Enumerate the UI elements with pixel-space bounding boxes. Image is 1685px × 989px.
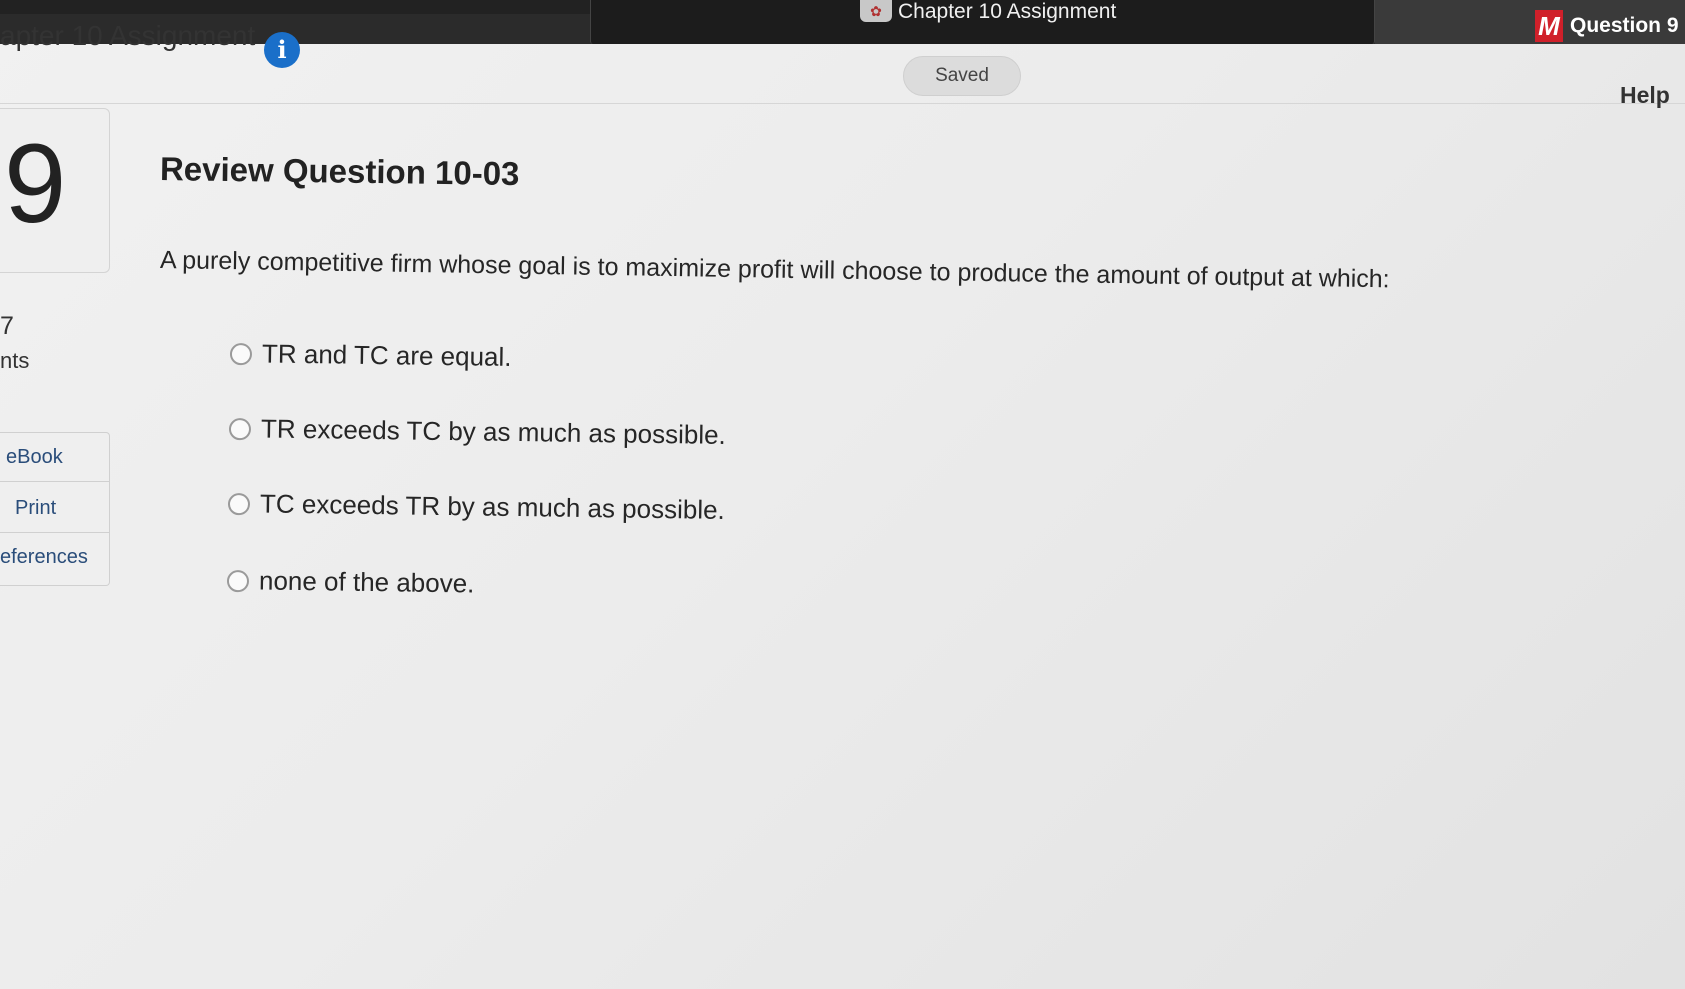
answer-option[interactable]: none of the above. [226, 565, 475, 599]
radio-button[interactable] [229, 342, 253, 365]
answer-option-label: TR exceeds TC by as much as possible. [260, 413, 726, 450]
right-tab-title[interactable]: Question 9 - [1570, 14, 1685, 38]
points-value: 7 [0, 312, 14, 340]
help-link[interactable]: Help [1620, 82, 1670, 109]
print-button[interactable]: Print [0, 483, 110, 533]
question-stem: A purely competitive firm whose goal is … [159, 246, 1390, 294]
question-title: Review Question 10-03 [159, 150, 520, 193]
answer-option[interactable]: TR and TC are equal. [229, 338, 512, 373]
saved-badge: Saved [903, 56, 1021, 96]
ebook-button[interactable]: eBook [0, 432, 110, 482]
tab-title[interactable]: Chapter 10 Assignment [898, 0, 1116, 26]
mcgraw-logo-icon: M [1535, 10, 1563, 42]
answer-option-label: none of the above. [258, 565, 475, 599]
assignment-header [0, 44, 1685, 104]
radio-button[interactable] [227, 492, 251, 515]
answer-option[interactable]: TR exceeds TC by as much as possible. [228, 413, 726, 451]
answer-option-label: TR and TC are equal. [261, 338, 512, 372]
answer-option[interactable]: TC exceeds TR by as much as possible. [227, 488, 725, 526]
answer-option-label: TC exceeds TR by as much as possible. [259, 488, 725, 525]
radio-button[interactable] [228, 417, 252, 440]
assignment-title: apter 10 Assignment [0, 20, 256, 51]
page: ✿ Chapter 10 Assignment M Question 9 - a… [0, 0, 1685, 989]
question-number: 9 [4, 121, 67, 246]
info-icon[interactable]: i [264, 32, 300, 68]
browser-tab-left[interactable] [0, 0, 590, 14]
points-label: nts [0, 348, 30, 373]
references-button[interactable]: eferences [0, 532, 110, 582]
tab-favicon-icon: ✿ [860, 0, 892, 22]
radio-button[interactable] [226, 569, 250, 592]
